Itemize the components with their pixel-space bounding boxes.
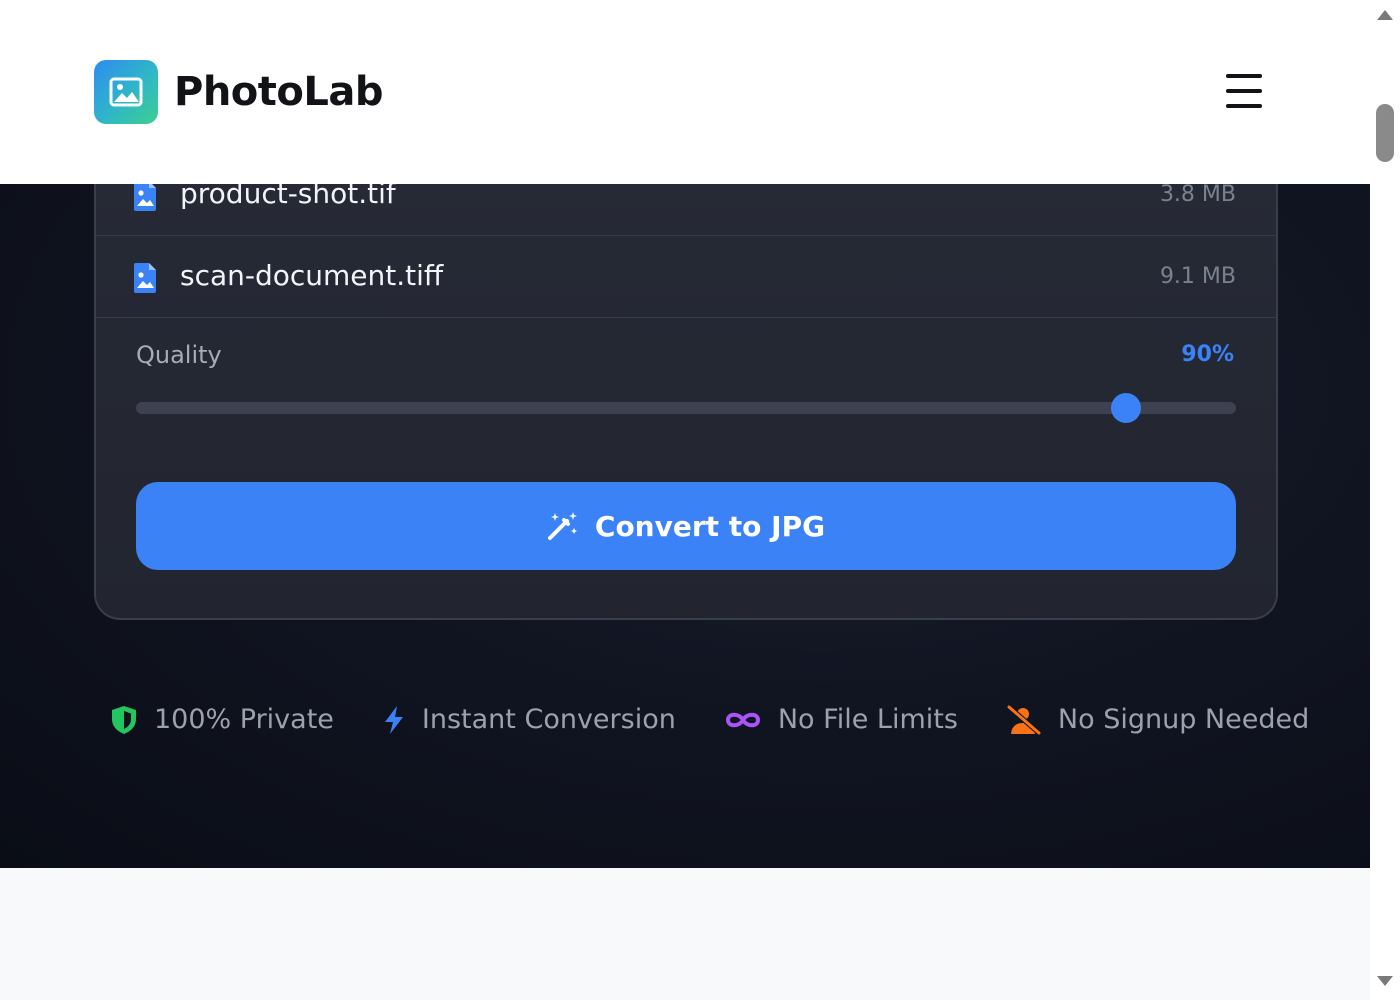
feature-list: 100% Private Instant Conversion No File … [110, 700, 1309, 740]
feature-private: 100% Private [110, 702, 334, 738]
scroll-up-arrow-icon[interactable] [1377, 10, 1393, 20]
brand-name[interactable]: PhotoLab [174, 68, 384, 116]
quality-slider[interactable] [136, 393, 1236, 423]
quality-slider-thumb[interactable] [1111, 393, 1141, 423]
file-image-icon [134, 263, 156, 293]
logo[interactable] [94, 60, 158, 124]
scroll-down-arrow-icon[interactable] [1377, 976, 1393, 986]
feature-label: 100% Private [154, 704, 334, 735]
convert-button[interactable]: Convert to JPG [136, 482, 1236, 570]
page-scrollbar[interactable] [1370, 0, 1400, 1000]
file-list-item[interactable]: scan-document.tiff 9.1 MB [96, 236, 1276, 318]
infinity-icon [725, 712, 760, 728]
feature-label: Instant Conversion [421, 704, 676, 735]
file-name: product-shot.tif [180, 184, 396, 210]
file-size: 3.8 MB [1159, 184, 1236, 207]
bolt-icon [384, 706, 403, 734]
quality-label: Quality [136, 341, 222, 369]
shield-icon [112, 706, 136, 734]
feature-no-limits: No File Limits [724, 702, 958, 738]
file-image-icon [134, 184, 156, 211]
image-icon [109, 77, 143, 107]
feature-instant: Instant Conversion [382, 702, 676, 738]
site-header: PhotoLab [0, 0, 1370, 184]
converter-card: product-shot.tif 3.8 MB scan-document.ti… [94, 184, 1278, 620]
hamburger-menu-icon[interactable] [1222, 72, 1266, 110]
quality-value: 90% [1181, 342, 1234, 367]
magic-wand-icon [547, 512, 577, 540]
convert-button-label: Convert to JPG [594, 509, 826, 543]
user-slash-icon [1006, 705, 1042, 735]
file-name: scan-document.tiff [180, 259, 444, 292]
feature-label: No File Limits [777, 704, 958, 735]
file-size: 9.1 MB [1159, 264, 1236, 289]
scrollbar-thumb[interactable] [1376, 104, 1394, 162]
feature-no-signup: No Signup Needed [1006, 702, 1309, 738]
file-list-item[interactable]: product-shot.tif 3.8 MB [96, 184, 1276, 236]
feature-label: No Signup Needed [1057, 704, 1310, 735]
converter-section: product-shot.tif 3.8 MB scan-document.ti… [0, 184, 1370, 868]
